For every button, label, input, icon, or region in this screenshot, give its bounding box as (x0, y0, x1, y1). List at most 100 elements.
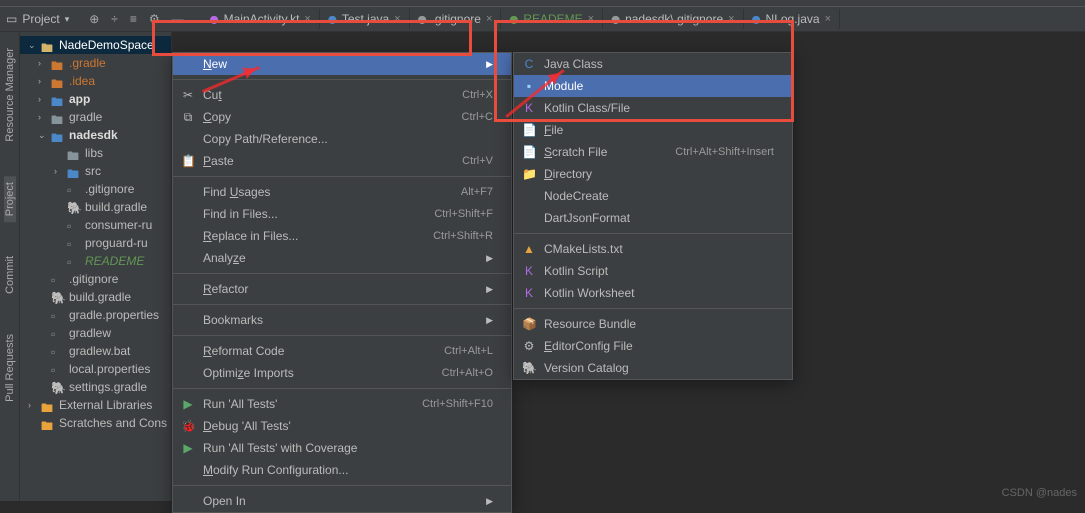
tree-item[interactable]: 🖿libs (20, 144, 171, 162)
menu-item[interactable]: 📋PasteCtrl+V (173, 150, 511, 172)
tree-item[interactable]: ▫READEME (20, 252, 171, 270)
tree-item[interactable]: ⌄🖿nadesdk (20, 126, 171, 144)
close-icon[interactable]: × (588, 13, 594, 25)
editor-tab[interactable]: ⬤Test.java× (320, 9, 410, 29)
tree-item[interactable]: ▫consumer-ru (20, 216, 171, 234)
editor-tab[interactable]: ⬤.gitignore× (410, 9, 502, 29)
menu-item[interactable]: 📁Directory (514, 163, 792, 185)
close-icon[interactable]: × (728, 13, 734, 25)
tree-item[interactable]: ›🖿src (20, 162, 171, 180)
expand-icon[interactable]: › (28, 400, 37, 410)
expand-icon[interactable]: › (38, 94, 47, 104)
expand-icon[interactable]: › (38, 58, 47, 68)
menu-item[interactable]: CJava Class (514, 53, 792, 75)
expand-icon[interactable]: › (54, 166, 63, 176)
expand-icon[interactable]: ≡ (130, 12, 137, 26)
target-icon[interactable]: ⊕ (89, 12, 99, 26)
collapse-icon[interactable]: ÷ (111, 12, 118, 26)
tree-item[interactable]: ▫proguard-ru (20, 234, 171, 252)
tree-label: .gradle (69, 56, 106, 70)
menu-item-icon: ⧉ (181, 110, 195, 125)
editor-tab[interactable]: ⬤MainActivity.kt× (202, 9, 320, 29)
tree-item[interactable]: 🐘settings.gradle (20, 378, 171, 396)
close-icon[interactable]: × (825, 13, 831, 25)
menu-item[interactable]: ▶Run 'All Tests' with Coverage (173, 437, 511, 459)
menu-item-label: Analyze (203, 251, 246, 265)
project-tree[interactable]: ⌄🖿NadeDemoSpace›🖿.gradle›🖿.idea›🖿app›🖿gr… (20, 32, 172, 501)
menu-item[interactable]: Find in Files...Ctrl+Shift+F (173, 203, 511, 225)
menu-item[interactable]: Modify Run Configuration... (173, 459, 511, 481)
expand-icon[interactable]: ⌄ (28, 40, 37, 51)
menu-item[interactable]: 🐘Version Catalog (514, 357, 792, 379)
menu-item[interactable]: ▪Module (514, 75, 792, 97)
menu-item-label: Replace in Files... (203, 229, 298, 243)
new-submenu[interactable]: CJava Class▪ModuleKKotlin Class/File📄Fil… (513, 52, 793, 380)
tree-label: .idea (69, 74, 95, 88)
tree-item[interactable]: ›🖿app (20, 90, 171, 108)
tree-item[interactable]: ▫gradlew (20, 324, 171, 342)
expand-icon[interactable]: ⌄ (38, 130, 47, 141)
close-icon[interactable]: × (304, 13, 310, 25)
menu-item[interactable]: ▶Run 'All Tests'Ctrl+Shift+F10 (173, 393, 511, 415)
menu-item[interactable]: Bookmarks▶ (173, 309, 511, 331)
menu-item-icon: ✂ (181, 88, 195, 102)
tree-item[interactable]: ▫gradlew.bat (20, 342, 171, 360)
tree-item[interactable]: ›🖿External Libraries (20, 396, 171, 414)
side-tool-tab[interactable]: Resource Manager (4, 42, 16, 148)
close-icon[interactable]: × (486, 13, 492, 25)
tree-item[interactable]: ▫.gitignore (20, 270, 171, 288)
menu-item-icon: ▶ (181, 397, 195, 411)
menu-item[interactable]: 📄File (514, 119, 792, 141)
tree-item[interactable]: ›🖿.gradle (20, 54, 171, 72)
menu-item[interactable]: KKotlin Script (514, 260, 792, 282)
menu-item-label: Open In (203, 494, 246, 508)
tree-label: gradlew.bat (69, 344, 130, 358)
menu-item[interactable]: ▲CMakeLists.txt (514, 238, 792, 260)
side-tool-tab[interactable]: Pull Requests (4, 328, 16, 408)
ext-icon: 🖿 (41, 399, 55, 411)
hide-icon[interactable]: — (172, 12, 184, 26)
tree-item[interactable]: ▫gradle.properties (20, 306, 171, 324)
menu-item[interactable]: ⧉CopyCtrl+C (173, 106, 511, 128)
tree-item[interactable]: ›🖿.idea (20, 72, 171, 90)
tree-item[interactable]: 🐘build.gradle (20, 288, 171, 306)
tree-item[interactable]: 🖿Scratches and Cons (20, 414, 171, 432)
expand-icon[interactable]: › (38, 112, 47, 122)
menu-item[interactable]: Open In▶ (173, 490, 511, 512)
menu-item-icon: 🐞 (181, 419, 195, 433)
tree-item[interactable]: ▫local.properties (20, 360, 171, 378)
menu-item[interactable]: Refactor▶ (173, 278, 511, 300)
menu-item[interactable]: KKotlin Class/File (514, 97, 792, 119)
tree-item[interactable]: ›🖿gradle (20, 108, 171, 126)
menu-item[interactable]: Replace in Files...Ctrl+Shift+R (173, 225, 511, 247)
menu-item[interactable]: Optimize ImportsCtrl+Alt+O (173, 362, 511, 384)
menu-item[interactable]: 📦Resource Bundle (514, 313, 792, 335)
side-tool-tab[interactable]: Project (4, 176, 16, 222)
tree-item[interactable]: 🐘build.gradle (20, 198, 171, 216)
menu-item[interactable]: ⚙EditorConfig File (514, 335, 792, 357)
menu-item[interactable]: 🐞Debug 'All Tests' (173, 415, 511, 437)
menu-item[interactable]: ✂CutCtrl+X (173, 84, 511, 106)
tree-item[interactable]: ▫.gitignore (20, 180, 171, 198)
close-icon[interactable]: × (394, 13, 400, 25)
editor-tab[interactable]: ⬤READEME× (501, 9, 603, 29)
menu-item[interactable]: Reformat CodeCtrl+Alt+L (173, 340, 511, 362)
menu-item[interactable]: KKotlin Worksheet (514, 282, 792, 304)
gear-icon[interactable]: ⚙ (149, 12, 160, 26)
menu-item[interactable]: Analyze▶ (173, 247, 511, 269)
menu-item[interactable]: DartJsonFormat (514, 207, 792, 229)
tree-label: app (69, 92, 90, 106)
expand-icon[interactable]: › (38, 76, 47, 86)
context-menu[interactable]: New▶ ✂CutCtrl+X⧉CopyCtrl+CCopy Path/Refer… (172, 52, 512, 513)
editor-tab[interactable]: ⬤NLog.java× (744, 9, 840, 29)
menu-item[interactable]: 📄Scratch FileCtrl+Alt+Shift+Insert (514, 141, 792, 163)
menu-item[interactable]: NodeCreate (514, 185, 792, 207)
menu-item[interactable]: Find UsagesAlt+F7 (173, 181, 511, 203)
editor-tab[interactable]: ⬤nadesdk\.gitignore× (603, 9, 743, 29)
menu-item[interactable]: New▶ (173, 53, 511, 75)
side-tool-tab[interactable]: Commit (4, 250, 16, 300)
menu-item[interactable]: Copy Path/Reference... (173, 128, 511, 150)
tab-label: NLog.java (766, 12, 820, 26)
tree-item[interactable]: ⌄🖿NadeDemoSpace (20, 36, 171, 54)
project-dropdown[interactable]: ▭ Project ▾ (0, 12, 79, 26)
